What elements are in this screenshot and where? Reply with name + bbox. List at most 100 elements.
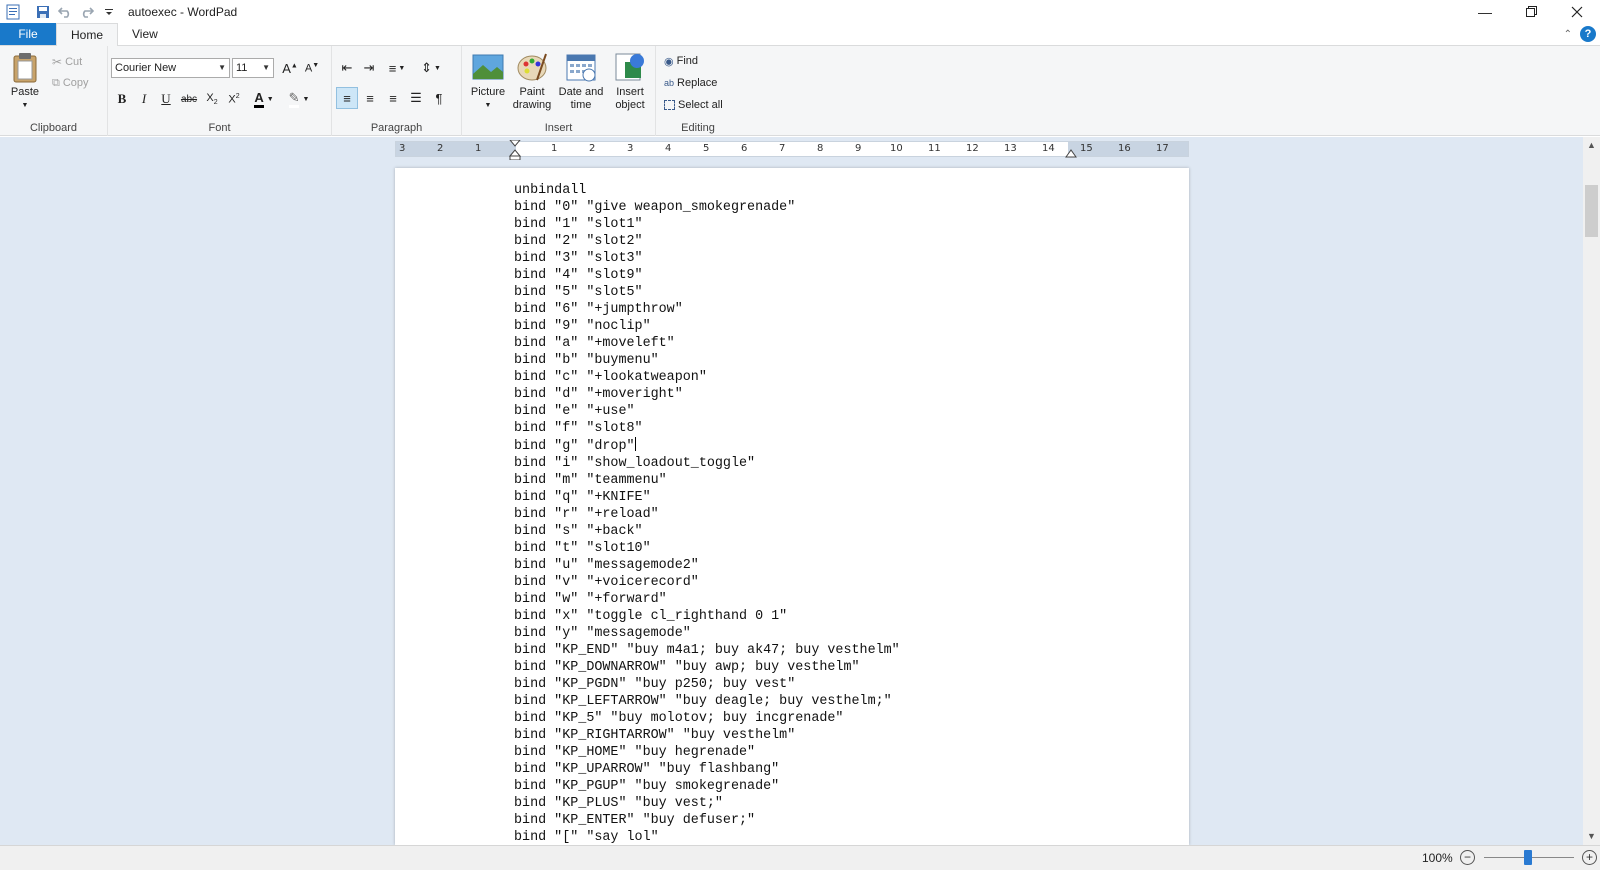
increase-indent-button[interactable]: ⇥ bbox=[358, 57, 380, 79]
subscript-button[interactable]: X2 bbox=[201, 88, 223, 110]
insert-picture-button[interactable]: Picture ▼ bbox=[468, 50, 508, 112]
replace-button[interactable]: ab Replace bbox=[664, 73, 717, 93]
chevron-down-icon: ▼ bbox=[398, 64, 406, 72]
tab-view[interactable]: View bbox=[118, 23, 172, 45]
paragraph-settings-button[interactable]: ¶ bbox=[428, 87, 450, 109]
text-color-button[interactable]: A ▼ bbox=[248, 88, 280, 110]
underline-icon: U bbox=[161, 91, 171, 106]
ruler-number: 16 bbox=[1118, 143, 1131, 154]
insert-group-label: Insert bbox=[544, 122, 573, 134]
align-left-button[interactable]: ≡ bbox=[336, 87, 358, 109]
align-center-button[interactable]: ≡ bbox=[359, 87, 381, 109]
document-workspace: 3 2 1 1 2 3 4 5 6 7 8 9 10 11 12 13 14 1… bbox=[0, 137, 1600, 845]
ruler-number: 4 bbox=[665, 143, 672, 154]
cut-button[interactable]: ✂ Cut bbox=[52, 52, 82, 72]
superscript-button[interactable]: X2 bbox=[223, 88, 245, 110]
document-page[interactable]: unbindall bind "0" "give weapon_smokegre… bbox=[395, 168, 1189, 845]
ruler-number: 14 bbox=[1042, 143, 1055, 154]
ruler-number: 10 bbox=[890, 143, 903, 154]
bullets-button[interactable]: ≡ ▼ bbox=[382, 57, 412, 79]
line-spacing-button[interactable]: ⇕ ▼ bbox=[416, 57, 446, 79]
paint-drawing-label-2: drawing bbox=[512, 99, 552, 111]
zoom-out-icon[interactable]: − bbox=[1460, 850, 1475, 865]
indent-marker-icon[interactable] bbox=[508, 140, 522, 160]
customize-qat-icon[interactable] bbox=[98, 1, 120, 23]
scroll-up-icon[interactable]: ▲ bbox=[1583, 137, 1600, 154]
zoom-slider-thumb[interactable] bbox=[1524, 850, 1532, 865]
grow-font-button[interactable]: A▲ bbox=[279, 57, 301, 79]
ribbon: Paste ▼ ✂ Cut ⧉ Copy Clipboard Courier N… bbox=[0, 46, 1600, 136]
vertical-scrollbar[interactable]: ▲ ▼ bbox=[1583, 137, 1600, 845]
select-all-button[interactable]: Select all bbox=[664, 95, 723, 115]
tab-home[interactable]: Home bbox=[56, 23, 119, 47]
quick-access-toolbar bbox=[0, 0, 120, 23]
ruler-number: 11 bbox=[928, 143, 941, 154]
scroll-down-icon[interactable]: ▼ bbox=[1583, 828, 1600, 845]
ruler-left-margin bbox=[396, 142, 516, 156]
ruler-number: 9 bbox=[855, 143, 862, 154]
chevron-down-icon: ▼ bbox=[262, 63, 270, 72]
ruler-number: 2 bbox=[437, 143, 444, 154]
bullet-list-icon: ≡ bbox=[388, 60, 397, 76]
right-indent-marker-icon[interactable] bbox=[1065, 146, 1077, 158]
calendar-icon bbox=[566, 54, 596, 82]
shrink-font-button[interactable]: A▼ bbox=[301, 57, 323, 79]
chevron-down-icon: ▼ bbox=[302, 95, 310, 103]
paste-dropdown-icon[interactable]: ▼ bbox=[22, 99, 29, 112]
font-size-value: 11 bbox=[236, 62, 248, 74]
paste-icon bbox=[13, 53, 37, 83]
strikethrough-button[interactable]: abc bbox=[178, 88, 200, 110]
font-size-select[interactable]: 11 ▼ bbox=[232, 58, 274, 78]
tab-file[interactable]: File bbox=[0, 23, 56, 45]
insert-object-icon bbox=[615, 53, 644, 81]
minimize-ribbon-icon[interactable]: ⌃ bbox=[1564, 29, 1572, 40]
help-icon[interactable]: ? bbox=[1580, 26, 1596, 42]
align-center-icon: ≡ bbox=[366, 90, 374, 106]
justify-icon: ☰ bbox=[410, 90, 422, 105]
paste-button[interactable]: Paste ▼ bbox=[8, 50, 42, 112]
paragraph-icon: ¶ bbox=[435, 90, 443, 106]
status-bar: 100% − + bbox=[0, 845, 1600, 870]
copy-button[interactable]: ⧉ Copy bbox=[52, 73, 89, 93]
select-all-icon bbox=[664, 100, 675, 110]
highlight-color-button[interactable]: ✎ ▼ bbox=[283, 88, 315, 110]
scrollbar-thumb[interactable] bbox=[1585, 185, 1598, 237]
paint-drawing-button[interactable]: Paint drawing bbox=[510, 50, 554, 112]
replace-icon: ab bbox=[664, 78, 675, 88]
undo-icon[interactable] bbox=[54, 1, 76, 23]
find-button[interactable]: ◉ Find bbox=[664, 51, 698, 71]
document-text-before-caret: unbindall bind "0" "give weapon_smokegre… bbox=[514, 183, 796, 454]
justify-button[interactable]: ☰ bbox=[405, 87, 427, 109]
document-text[interactable]: unbindall bind "0" "give weapon_smokegre… bbox=[514, 182, 900, 845]
insert-object-label-2: object bbox=[615, 99, 645, 111]
close-icon[interactable] bbox=[1554, 0, 1600, 23]
paint-drawing-label-1: Paint bbox=[519, 86, 545, 98]
minimize-icon[interactable]: — bbox=[1462, 0, 1508, 23]
italic-button[interactable]: I bbox=[133, 88, 155, 110]
ruler-number: 17 bbox=[1156, 143, 1169, 154]
save-icon[interactable] bbox=[32, 1, 54, 23]
increase-indent-icon: ⇥ bbox=[363, 60, 375, 75]
text-color-icon: A bbox=[254, 90, 264, 108]
ruler-number: 5 bbox=[703, 143, 710, 154]
insert-object-button[interactable]: Insert object bbox=[608, 50, 652, 112]
restore-icon[interactable] bbox=[1508, 0, 1554, 23]
cut-label: Cut bbox=[65, 56, 83, 68]
underline-button[interactable]: U bbox=[155, 88, 177, 110]
wordpad-app-icon[interactable] bbox=[2, 1, 24, 23]
chevron-down-icon: ▼ bbox=[433, 64, 441, 72]
zoom-in-icon[interactable]: + bbox=[1582, 850, 1597, 865]
ruler[interactable]: 3 2 1 1 2 3 4 5 6 7 8 9 10 11 12 13 14 1… bbox=[395, 140, 1189, 160]
chevron-down-icon: ▼ bbox=[266, 95, 274, 103]
decrease-indent-button[interactable]: ⇤ bbox=[336, 57, 358, 79]
clipboard-group-label: Clipboard bbox=[29, 122, 78, 134]
date-time-button[interactable]: Date and time bbox=[557, 50, 605, 112]
shrink-font-icon: A▼ bbox=[304, 61, 320, 75]
redo-icon[interactable] bbox=[76, 1, 98, 23]
ruler-number: 3 bbox=[399, 143, 406, 154]
bold-button[interactable]: B bbox=[111, 88, 133, 110]
font-family-select[interactable]: Courier New ▼ bbox=[111, 58, 230, 78]
font-group-label: Font bbox=[208, 122, 231, 134]
copy-label: Copy bbox=[62, 77, 89, 89]
align-right-button[interactable]: ≡ bbox=[382, 87, 404, 109]
